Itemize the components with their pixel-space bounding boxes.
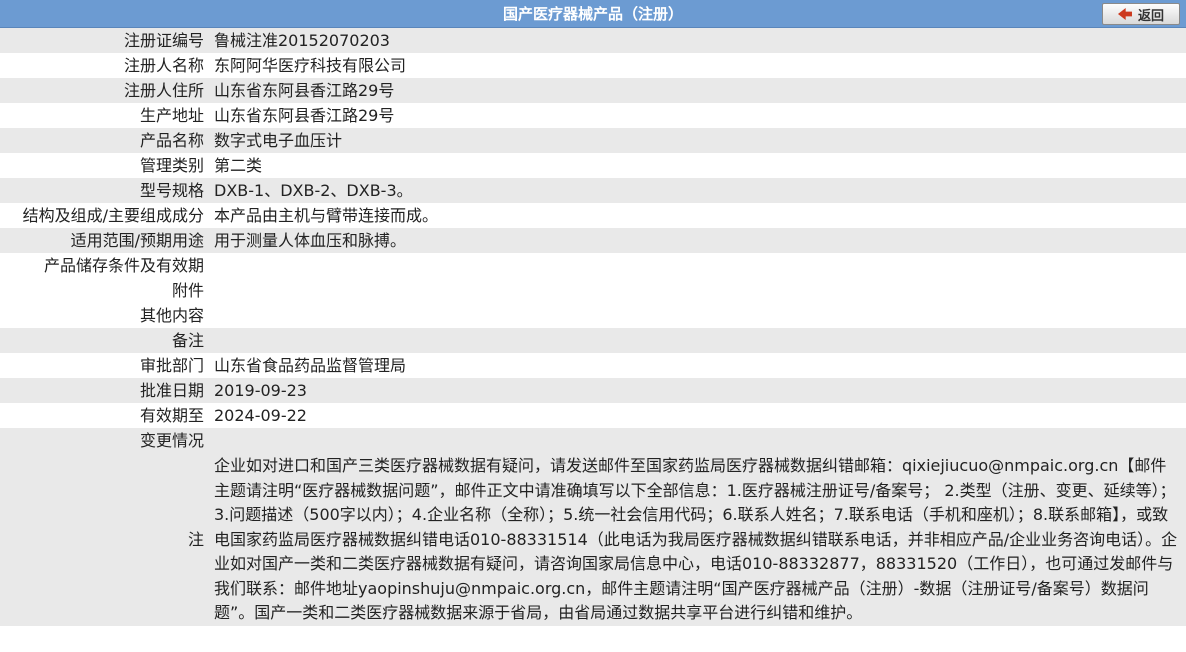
field-label: 结构及组成/主要组成成分 (0, 203, 204, 228)
field-value: 用于测量人体血压和脉搏。 (204, 228, 1186, 253)
table-row: 备注 (0, 328, 1186, 353)
field-label: 批准日期 (0, 378, 204, 403)
field-label: 管理类别 (0, 153, 204, 178)
notice-row: 注 企业如对进口和国产三类医疗器械数据有疑问，请发送邮件至国家药监局医疗器械数据… (0, 453, 1186, 626)
field-label: 附件 (0, 278, 204, 303)
table-row: 生产地址 山东省东阿县香江路29号 (0, 103, 1186, 128)
field-value (204, 303, 1186, 328)
field-label: 产品储存条件及有效期 (0, 253, 204, 278)
table-row: 有效期至 2024-09-22 (0, 403, 1186, 428)
field-label: 注册人名称 (0, 53, 204, 78)
table-row: 型号规格 DXB-1、DXB-2、DXB-3。 (0, 178, 1186, 203)
table-row: 其他内容 (0, 303, 1186, 328)
field-label: 审批部门 (0, 353, 204, 378)
field-value: 本产品由主机与臂带连接而成。 (204, 203, 1186, 228)
field-value: 第二类 (204, 153, 1186, 178)
field-value: 2024-09-22 (204, 403, 1186, 428)
field-label: 适用范围/预期用途 (0, 228, 204, 253)
field-value: 数字式电子血压计 (204, 128, 1186, 153)
field-label: 型号规格 (0, 178, 204, 203)
field-value (204, 278, 1186, 303)
field-label: 产品名称 (0, 128, 204, 153)
back-arrow-icon (1117, 8, 1132, 20)
field-value: 山东省食品药品监督管理局 (204, 353, 1186, 378)
field-label: 变更情况 (0, 428, 204, 453)
table-row: 产品名称 数字式电子血压计 (0, 128, 1186, 153)
field-value: 山东省东阿县香江路29号 (204, 103, 1186, 128)
field-value (204, 253, 1186, 278)
detail-table: 注册证编号 鲁械注准20152070203 注册人名称 东阿阿华医疗科技有限公司… (0, 28, 1186, 626)
table-row: 产品储存条件及有效期 (0, 253, 1186, 278)
table-row: 注册人名称 东阿阿华医疗科技有限公司 (0, 53, 1186, 78)
field-value (204, 428, 1186, 453)
field-value (204, 328, 1186, 353)
table-row: 变更情况 (0, 428, 1186, 453)
field-value: 东阿阿华医疗科技有限公司 (204, 53, 1186, 78)
notice-text: 企业如对进口和国产三类医疗器械数据有疑问，请发送邮件至国家药监局医疗器械数据纠错… (204, 453, 1186, 626)
table-row: 注册证编号 鲁械注准20152070203 (0, 28, 1186, 53)
back-button[interactable]: 返回 (1102, 3, 1180, 25)
notice-label: 注 (0, 453, 204, 626)
page-title: 国产医疗器械产品（注册） (502, 5, 683, 23)
back-button-label: 返回 (1137, 8, 1164, 24)
field-label: 其他内容 (0, 303, 204, 328)
table-row: 适用范围/预期用途 用于测量人体血压和脉搏。 (0, 228, 1186, 253)
table-row: 管理类别 第二类 (0, 153, 1186, 178)
field-value: 鲁械注准20152070203 (204, 28, 1186, 53)
field-value: 山东省东阿县香江路29号 (204, 78, 1186, 103)
table-row: 附件 (0, 278, 1186, 303)
table-row: 注册人住所 山东省东阿县香江路29号 (0, 78, 1186, 103)
table-row: 结构及组成/主要组成成分 本产品由主机与臂带连接而成。 (0, 203, 1186, 228)
field-value: 2019-09-23 (204, 378, 1186, 403)
table-row: 审批部门 山东省食品药品监督管理局 (0, 353, 1186, 378)
field-label: 备注 (0, 328, 204, 353)
field-label: 注册人住所 (0, 78, 204, 103)
table-row: 批准日期 2019-09-23 (0, 378, 1186, 403)
field-label: 注册证编号 (0, 28, 204, 53)
field-label: 有效期至 (0, 403, 204, 428)
field-value: DXB-1、DXB-2、DXB-3。 (204, 178, 1186, 203)
field-label: 生产地址 (0, 103, 204, 128)
page-header: 国产医疗器械产品（注册） 返回 (0, 0, 1186, 28)
